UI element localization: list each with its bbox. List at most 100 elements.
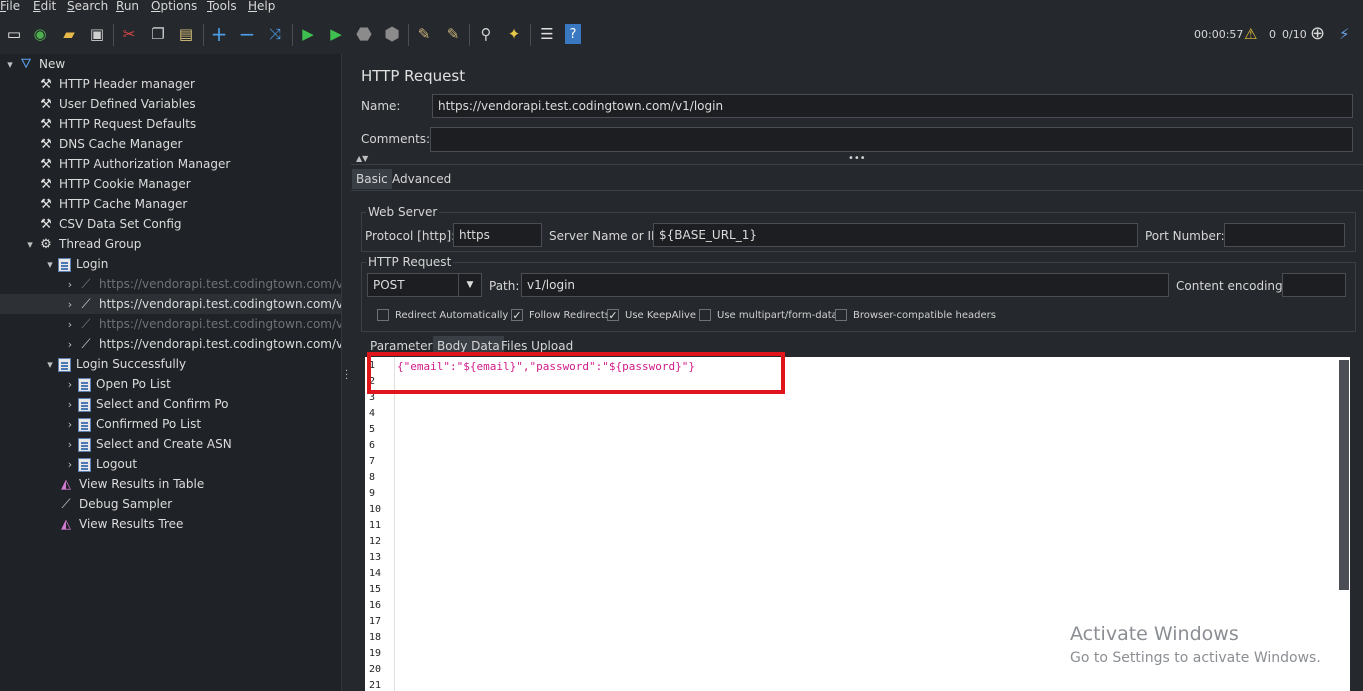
chevron-right-icon[interactable]: ›	[62, 395, 78, 415]
chevron-right-icon[interactable]: ›	[62, 435, 78, 455]
clear-icon[interactable]: ✎	[413, 23, 435, 45]
tree-item[interactable]: ⚒ DNS Cache Manager	[0, 134, 341, 154]
editor-scrollbar-thumb[interactable]	[1339, 360, 1349, 590]
menu-run[interactable]: Run	[116, 0, 139, 13]
tree-item[interactable]: › Logout	[0, 454, 341, 474]
chevron-down-icon[interactable]: ▾	[2, 55, 18, 75]
log-viewer-icon[interactable]: ⚡	[1339, 25, 1350, 43]
clear-all-icon[interactable]: ✎	[442, 23, 464, 45]
comments-field[interactable]	[430, 127, 1353, 152]
checkbox-option[interactable]: ✓ Use KeepAlive	[607, 309, 696, 322]
warning-icon[interactable]: ⚠	[1244, 25, 1257, 43]
remote-engines-icon[interactable]: ⊕	[1310, 23, 1325, 44]
start-icon[interactable]: ▶	[297, 23, 319, 45]
controller-icon	[78, 457, 91, 472]
tree-item[interactable]: ◭ View Results Tree	[0, 514, 341, 534]
stop-icon[interactable]: ⬣	[353, 23, 375, 45]
new-icon[interactable]: ▭	[3, 23, 25, 45]
chevron-right-icon[interactable]: ›	[62, 415, 78, 435]
tree-item[interactable]: ▾ Login	[0, 254, 341, 274]
port-field[interactable]	[1224, 223, 1345, 247]
start-no-pause-icon[interactable]: ▶	[325, 23, 347, 45]
cut-icon[interactable]: ✂	[118, 23, 140, 45]
collapse-icon[interactable]: −	[236, 22, 258, 46]
checkbox-empty-icon[interactable]	[835, 309, 847, 321]
chevron-right-icon[interactable]: ›	[62, 335, 78, 355]
encoding-field[interactable]	[1282, 273, 1346, 297]
paste-icon[interactable]: ▤	[175, 23, 197, 45]
tree-item[interactable]: › Confirmed Po List	[0, 414, 341, 434]
tree-item[interactable]: › ⟋ https://vendorapi.test.codingtown.com/…	[0, 274, 366, 295]
reset-search-icon[interactable]: ✦	[503, 23, 525, 45]
chevron-down-icon[interactable]: ▾	[42, 355, 58, 375]
checkbox-checked-icon[interactable]: ✓	[607, 309, 619, 322]
menu-file[interactable]: File	[0, 0, 20, 13]
chevron-right-icon[interactable]: ›	[62, 375, 78, 395]
tree-item[interactable]: › Select and Create ASN	[0, 434, 341, 454]
chevron-down-icon[interactable]: ▼	[458, 274, 481, 296]
expand-icon[interactable]: +	[208, 22, 230, 46]
copy-icon[interactable]: ❐	[147, 23, 169, 45]
tree-item[interactable]: ⚒ User Defined Variables	[0, 94, 341, 114]
checkbox-option[interactable]: Use multipart/form-data	[699, 309, 838, 321]
save-icon[interactable]: ▣	[86, 23, 108, 45]
protocol-field[interactable]: https	[453, 223, 542, 247]
open-icon[interactable]: ▰	[58, 23, 80, 45]
menu-edit[interactable]: Edit	[33, 0, 56, 13]
splitter-grip-icon[interactable]: · · ·	[345, 367, 348, 385]
tree-item[interactable]: ⚒ HTTP Authorization Manager	[0, 154, 341, 174]
tree-item-label: HTTP Header manager	[59, 77, 195, 91]
tab-advanced[interactable]: Advanced	[388, 169, 455, 189]
tree-item[interactable]: › ⟋ https://vendorapi.test.codingtown.com/…	[0, 334, 370, 355]
tree-item[interactable]: ⚒ HTTP Header manager	[0, 74, 341, 94]
menu-options[interactable]: Options	[151, 0, 197, 13]
menu-tools[interactable]: Tools	[207, 0, 237, 13]
tree-item[interactable]: ⚒ HTTP Request Defaults	[0, 114, 341, 134]
chevron-right-icon[interactable]: ›	[62, 295, 78, 315]
tree-item[interactable]: ⚒ HTTP Cookie Manager	[0, 174, 341, 194]
search-icon[interactable]: ⚲	[475, 23, 497, 45]
checkbox-option[interactable]: ✓ Follow Redirects	[511, 309, 610, 322]
tree-item[interactable]: ▾ 🜄 New	[0, 54, 341, 74]
tree-item[interactable]: ◭ View Results in Table	[0, 474, 341, 494]
menu-search[interactable]: Search	[67, 0, 108, 13]
method-select[interactable]: POST ▼	[367, 273, 482, 297]
chevron-down-icon[interactable]: ▾	[42, 255, 58, 275]
line-number: 4	[369, 408, 376, 419]
tree-item[interactable]: ▾ ⚙ Thread Group	[0, 234, 341, 254]
tree-item[interactable]: ⟋ Debug Sampler	[0, 494, 341, 514]
chevron-right-icon[interactable]: ›	[62, 275, 78, 295]
tree-item[interactable]: ⚒ CSV Data Set Config	[0, 214, 341, 234]
tree-item[interactable]: ⚒ HTTP Cache Manager	[0, 194, 341, 214]
tree-item[interactable]: › ⟋ https://vendorapi.test.codingtown.com/…	[0, 314, 370, 335]
checkbox-empty-icon[interactable]	[699, 309, 711, 321]
help-icon[interactable]: ?	[565, 24, 581, 44]
flask-icon: 🜄	[20, 56, 32, 72]
chevron-right-icon[interactable]: ›	[62, 315, 78, 335]
collapse-arrows-icon[interactable]: ▲▼	[356, 154, 368, 163]
chevron-right-icon[interactable]: ›	[62, 455, 78, 475]
tree-item[interactable]: › ⟋ https://vendorapi.test.codingtown.com/…	[0, 294, 366, 315]
menu-help[interactable]: Help	[248, 0, 275, 13]
tree-item[interactable]: › Select and Confirm Po	[0, 394, 341, 414]
divider-grip-icon[interactable]: •••	[848, 153, 866, 164]
tree-item-label: Select and Confirm Po	[96, 397, 229, 411]
function-helper-icon[interactable]: ☰	[536, 23, 558, 45]
checkbox-option[interactable]: Browser-compatible headers	[835, 309, 996, 321]
line-number: 12	[369, 536, 382, 547]
checkbox-checked-icon[interactable]: ✓	[511, 309, 523, 322]
chevron-down-icon[interactable]: ▾	[22, 235, 38, 255]
shutdown-icon[interactable]: ⬢	[381, 23, 403, 45]
toggle-icon[interactable]: ⤨	[264, 23, 286, 45]
checkbox-label: Follow Redirects	[529, 310, 610, 321]
tab-basic[interactable]: Basic	[352, 169, 392, 189]
server-field[interactable]: ${BASE_URL_1}	[653, 223, 1138, 247]
path-field[interactable]: v1/login	[521, 273, 1169, 297]
templates-icon[interactable]: ◉	[29, 23, 51, 45]
checkbox-option[interactable]: Redirect Automatically	[377, 309, 508, 321]
checkbox-empty-icon[interactable]	[377, 309, 389, 321]
tree-item[interactable]: › Open Po List	[0, 374, 341, 394]
line-number: 18	[369, 632, 382, 643]
tree-item[interactable]: ▾ Login Successfully	[0, 354, 341, 374]
name-field[interactable]: https://vendorapi.test.codingtown.com/v1…	[432, 94, 1353, 118]
